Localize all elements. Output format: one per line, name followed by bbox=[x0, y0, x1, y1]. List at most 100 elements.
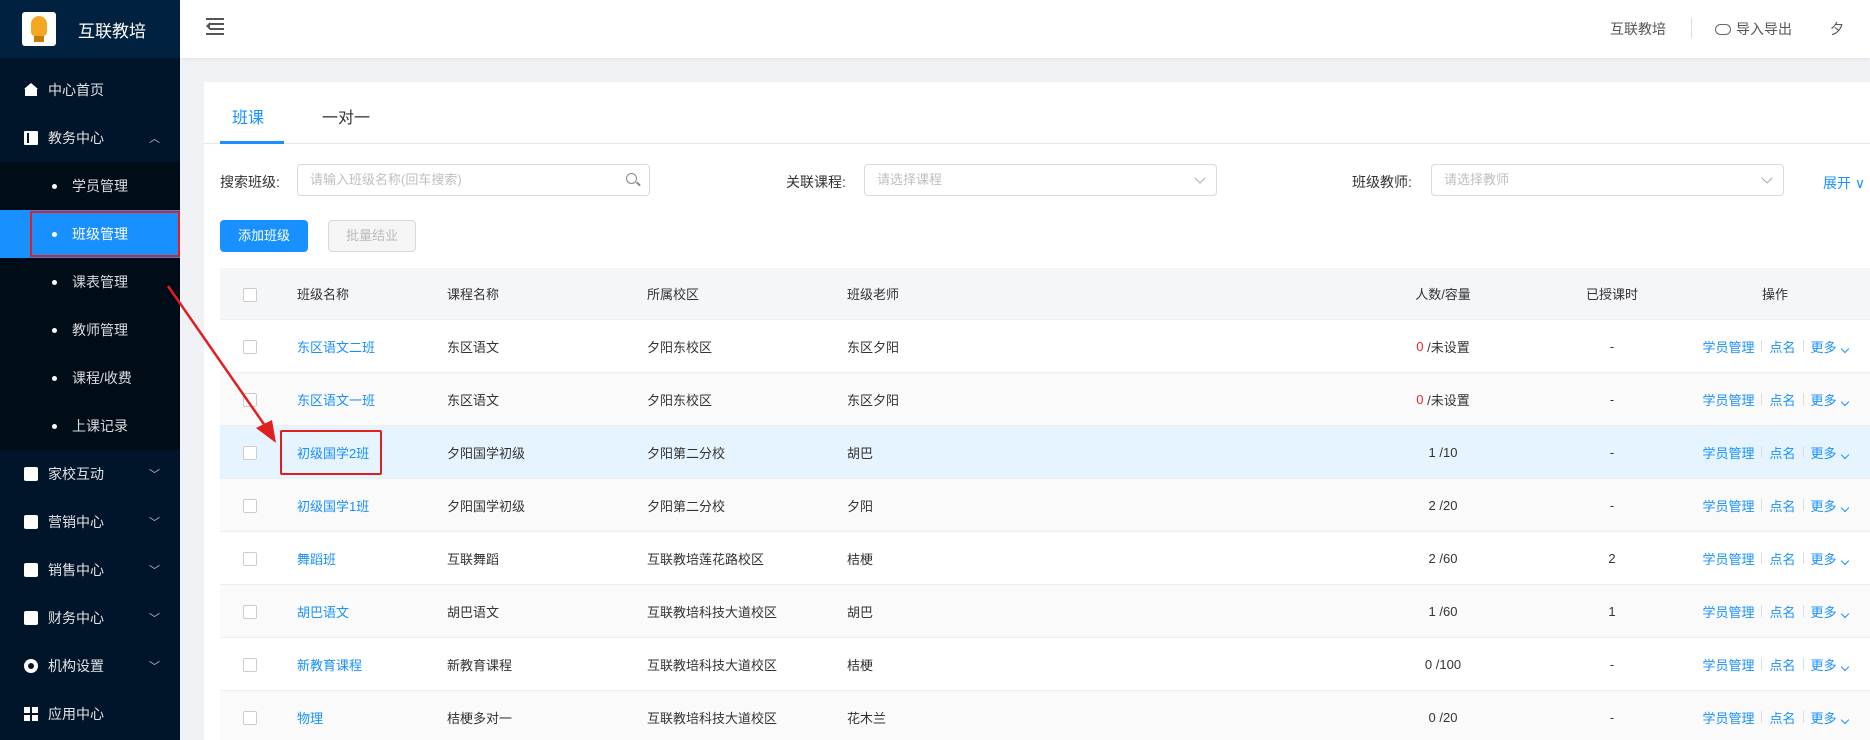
row-checkbox[interactable] bbox=[243, 552, 257, 566]
divider bbox=[1802, 658, 1804, 670]
roll-call-link[interactable]: 点名 bbox=[1769, 443, 1795, 462]
manage-students-link[interactable]: 学员管理 bbox=[1702, 549, 1754, 568]
roll-call-link[interactable]: 点名 bbox=[1769, 549, 1795, 568]
expand-label: 展开 bbox=[1823, 175, 1851, 191]
row-checkbox[interactable] bbox=[243, 446, 257, 460]
roll-call-link[interactable]: 点名 bbox=[1769, 655, 1795, 674]
sidebar-item-finance[interactable]: 财务中心 ﹀ bbox=[0, 594, 180, 642]
roll-call-link[interactable]: 点名 bbox=[1769, 496, 1795, 515]
manage-students-link[interactable]: 学员管理 bbox=[1702, 443, 1754, 462]
row-checkbox[interactable] bbox=[243, 340, 257, 354]
row-actions: 学员管理 点名 更多 bbox=[1690, 373, 1860, 425]
row-checkbox[interactable] bbox=[243, 711, 257, 725]
sidebar-item-interaction[interactable]: 家校互动 ﹀ bbox=[0, 450, 180, 498]
capacity: /60 bbox=[1439, 603, 1458, 619]
chevron-down-icon: ﹀ bbox=[149, 565, 160, 577]
chevron-down-icon bbox=[1761, 172, 1773, 184]
teacher-name: 夕阳 bbox=[847, 498, 874, 514]
teacher-placeholder: 请选择教师 bbox=[1444, 172, 1510, 187]
class-name-link[interactable]: 舞蹈班 bbox=[297, 532, 336, 584]
sidebar-item-label: 营销中心 bbox=[48, 514, 104, 530]
search-placeholder: 请输入班级名称(回车搜索) bbox=[310, 172, 462, 187]
class-name-link[interactable]: 新教育课程 bbox=[297, 638, 362, 690]
class-name-link[interactable]: 初级国学1班 bbox=[297, 479, 369, 531]
more-dropdown[interactable]: 更多 bbox=[1811, 549, 1849, 568]
row-checkbox[interactable] bbox=[243, 605, 257, 619]
roll-call-link[interactable]: 点名 bbox=[1769, 337, 1795, 356]
class-name-link[interactable]: 物理 bbox=[297, 691, 323, 740]
student-count: 0 bbox=[1424, 656, 1433, 672]
sidebar-item-label: 课表管理 bbox=[72, 274, 128, 290]
batch-graduate-button[interactable]: 批量结业 bbox=[328, 220, 416, 252]
course-name: 东区语文 bbox=[447, 339, 500, 355]
sidebar-item-records[interactable]: 上课记录 bbox=[0, 402, 180, 450]
course-select[interactable]: 请选择课程 bbox=[864, 164, 1217, 196]
manage-students-link[interactable]: 学员管理 bbox=[1702, 390, 1754, 409]
user-menu[interactable]: 夕 bbox=[1830, 0, 1844, 58]
sidebar-item-apps[interactable]: 应用中心 bbox=[0, 690, 180, 738]
class-name-link[interactable]: 初级国学2班 bbox=[297, 426, 369, 478]
teacher-select[interactable]: 请选择教师 bbox=[1431, 164, 1784, 196]
sidebar-item-home[interactable]: 中心首页 bbox=[0, 66, 180, 114]
class-name-link[interactable]: 东区语文二班 bbox=[297, 320, 375, 372]
manage-students-link[interactable]: 学员管理 bbox=[1702, 602, 1754, 621]
sidebar-item-teachers[interactable]: 教师管理 bbox=[0, 306, 180, 354]
class-name-link[interactable]: 胡巴语文 bbox=[297, 585, 349, 637]
more-dropdown[interactable]: 更多 bbox=[1811, 443, 1849, 462]
more-dropdown[interactable]: 更多 bbox=[1811, 708, 1849, 727]
course-name: 东区语文 bbox=[447, 392, 500, 408]
search-icon[interactable] bbox=[626, 173, 637, 184]
home-icon bbox=[24, 83, 38, 97]
more-dropdown[interactable]: 更多 bbox=[1811, 655, 1849, 674]
sidebar-item-schedule[interactable]: 课表管理 bbox=[0, 258, 180, 306]
sidebar-item-marketing[interactable]: 营销中心 ﹀ bbox=[0, 498, 180, 546]
sidebar-item-academic[interactable]: 教务中心 ︿ bbox=[0, 114, 180, 162]
teacher-name: 桔梗 bbox=[847, 551, 874, 567]
course-label: 关联课程: bbox=[786, 174, 846, 190]
count-capacity: 0 /100 bbox=[1378, 638, 1508, 690]
sidebar-item-settings[interactable]: 机构设置 ﹀ bbox=[0, 642, 180, 690]
row-checkbox[interactable] bbox=[243, 658, 257, 672]
tab-group-class[interactable]: 班课 bbox=[232, 104, 264, 128]
sidebar-item-label: 教师管理 bbox=[72, 322, 128, 338]
sidebar-item-classes[interactable]: 班级管理 bbox=[0, 210, 180, 258]
row-checkbox[interactable] bbox=[243, 393, 257, 407]
more-dropdown[interactable]: 更多 bbox=[1810, 602, 1849, 621]
import-export-button[interactable]: 导入导出 bbox=[1715, 0, 1792, 58]
menu-fold-icon[interactable] bbox=[206, 18, 224, 35]
teacher-name: 花木兰 bbox=[847, 710, 887, 726]
academic-submenu: 学员管理 班级管理 课表管理 教师管理 课程/收费 上课记录 bbox=[0, 162, 180, 450]
roll-call-link[interactable]: 点名 bbox=[1769, 602, 1795, 621]
roll-call-link[interactable]: 点名 bbox=[1769, 390, 1795, 409]
header-org-name[interactable]: 互联教培 bbox=[1610, 0, 1666, 58]
manage-students-link[interactable]: 学员管理 bbox=[1702, 496, 1754, 515]
more-dropdown[interactable]: 更多 bbox=[1811, 337, 1849, 356]
capacity: /20 bbox=[1439, 709, 1458, 725]
sidebar-item-sales[interactable]: 销售中心 ﹀ bbox=[0, 546, 180, 594]
sidebar-item-label: 销售中心 bbox=[48, 562, 104, 578]
sidebar-item-courses[interactable]: 课程/收费 bbox=[0, 354, 180, 402]
teacher-name: 胡巴 bbox=[847, 604, 874, 620]
divider bbox=[1802, 552, 1804, 564]
select-all-checkbox[interactable] bbox=[243, 288, 257, 302]
table-header-row: 班级名称 课程名称 所属校区 班级老师 人数/容量 已授课时 操作 bbox=[220, 268, 1870, 320]
expand-filters-link[interactable]: 展开 ∨ bbox=[1823, 173, 1865, 193]
roll-call-link[interactable]: 点名 bbox=[1769, 708, 1795, 727]
class-name-link[interactable]: 东区语文一班 bbox=[297, 373, 375, 425]
class-table: 班级名称 课程名称 所属校区 班级老师 人数/容量 已授课时 操作 东区语文二班… bbox=[220, 268, 1870, 740]
more-dropdown[interactable]: 更多 bbox=[1811, 390, 1849, 409]
taught-hours: - bbox=[1609, 338, 1615, 354]
add-class-button[interactable]: 添加班级 bbox=[220, 220, 308, 252]
sidebar-item-label: 家校互动 bbox=[48, 466, 104, 482]
manage-students-link[interactable]: 学员管理 bbox=[1702, 655, 1754, 674]
more-dropdown[interactable]: 更多 bbox=[1811, 496, 1849, 515]
more-label: 更多 bbox=[1810, 604, 1837, 620]
sidebar-item-students[interactable]: 学员管理 bbox=[0, 162, 180, 210]
row-checkbox[interactable] bbox=[243, 499, 257, 513]
search-input[interactable]: 请输入班级名称(回车搜索) bbox=[297, 164, 650, 196]
tab-one-on-one[interactable]: 一对一 bbox=[322, 104, 370, 128]
manage-students-link[interactable]: 学员管理 bbox=[1702, 708, 1754, 727]
taught-hours: - bbox=[1609, 391, 1615, 407]
manage-students-link[interactable]: 学员管理 bbox=[1702, 337, 1754, 356]
sidebar: 互联教培 中心首页 教务中心 ︿ 学员管理 班级管理 课表管理 教师管理 课程/… bbox=[0, 0, 180, 740]
